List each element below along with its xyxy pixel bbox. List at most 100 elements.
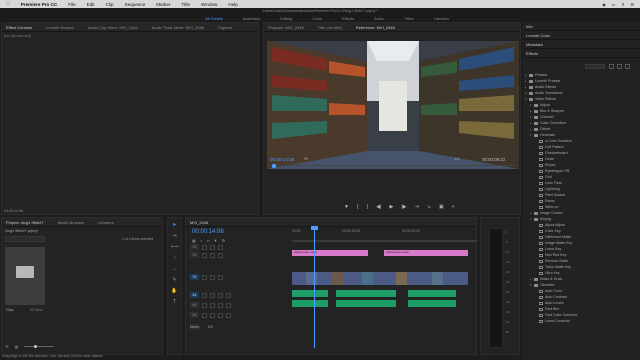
menu-marker[interactable]: Marker	[156, 2, 170, 7]
timeline-playhead[interactable]	[314, 226, 315, 348]
track-header-master[interactable]: Master 0.0	[190, 324, 292, 330]
mic-icon[interactable]	[226, 312, 231, 318]
fit-dropdown[interactable]: Fit	[304, 157, 308, 161]
audio-clip[interactable]	[408, 290, 456, 297]
adjustment-layer-clip[interactable]: Adjustment Layer	[384, 250, 468, 256]
play-icon[interactable]: ▶	[389, 204, 393, 210]
timeline-timecode[interactable]: 00:00:14:06	[192, 229, 224, 235]
audio-clip[interactable]	[292, 290, 328, 297]
timeline-ruler[interactable]: 00:00 00:00:15:00 00:00:30:00	[292, 229, 477, 239]
tab-audio-track-mixer[interactable]: Audio Track Mixer: MVI_2446	[152, 25, 204, 30]
add-marker-icon[interactable]: ▼	[214, 238, 218, 243]
marker-icon[interactable]: ▼	[344, 204, 349, 210]
hand-tool-icon[interactable]: ✋	[169, 286, 180, 295]
track-label[interactable]: Master	[190, 324, 200, 330]
lock-icon[interactable]	[202, 244, 207, 250]
tab-effect-controls[interactable]: Effect Controls	[6, 25, 32, 30]
app-name[interactable]: Premiere Pro CC	[21, 2, 58, 7]
mute-icon[interactable]	[210, 312, 215, 318]
workspace-tab-libraries[interactable]: Libraries	[434, 16, 449, 21]
ripple-edit-tool-icon[interactable]: ⟷	[169, 242, 180, 251]
search-icon[interactable]: ⚲	[621, 2, 624, 7]
menu-title[interactable]: Title	[182, 2, 191, 7]
thumbnail-zoom-slider[interactable]	[24, 344, 55, 348]
mic-icon[interactable]	[226, 292, 231, 298]
track-label[interactable]: V1	[190, 274, 199, 280]
info-panel-header[interactable]: Info	[523, 22, 640, 31]
battery-icon[interactable]: ▭	[612, 2, 616, 7]
bin-name[interactable]: Clips	[6, 308, 14, 312]
track-label[interactable]: V3	[190, 244, 199, 250]
track-header-v1[interactable]: V1	[190, 274, 292, 280]
linked-selection-icon[interactable]: ∞	[207, 238, 210, 243]
menu-window[interactable]: Window	[201, 2, 217, 7]
accelerated-effects-icon[interactable]	[609, 64, 614, 69]
effect-controls-timecode[interactable]: 00:00:14:06	[4, 209, 23, 213]
workspace-tab-audio[interactable]: Audio	[374, 16, 384, 21]
video-clip[interactable]	[292, 272, 468, 285]
pen-tool-icon[interactable]: ✎	[169, 275, 180, 284]
tab-program[interactable]: Program: MVI_2446	[268, 25, 304, 30]
eye-icon[interactable]	[218, 274, 223, 280]
list-icon[interactable]: ☰	[630, 2, 634, 7]
track-header-v2[interactable]: V2	[190, 252, 292, 258]
tab-libraries[interactable]: Libraries	[98, 220, 113, 225]
workspace-tab-assembly[interactable]: Assembly	[243, 16, 260, 21]
step-back-icon[interactable]: ◀|	[376, 204, 381, 210]
track-header-v3[interactable]: V3	[190, 244, 292, 250]
track-select-tool-icon[interactable]: ⇥	[169, 231, 180, 240]
track-label[interactable]: A2	[190, 302, 199, 308]
audio-clip[interactable]	[336, 290, 396, 297]
solo-icon[interactable]	[218, 302, 223, 308]
track-label[interactable]: V2	[190, 252, 199, 258]
solo-icon[interactable]	[218, 312, 223, 318]
track-label[interactable]: A1	[190, 292, 199, 298]
sync-icon[interactable]	[210, 252, 215, 258]
step-forward-icon[interactable]: |▶	[401, 204, 406, 210]
tab-audio-clip-mixer[interactable]: Audio Clip Mixer: MVI_2446	[88, 25, 138, 30]
menu-file[interactable]: File	[68, 2, 75, 7]
audio-clip[interactable]	[292, 300, 328, 307]
sync-icon[interactable]	[210, 244, 215, 250]
adjustment-layer-clip[interactable]: Adjustment Layer	[292, 250, 368, 256]
lock-icon[interactable]	[202, 312, 207, 318]
workspace-tab-editing[interactable]: Editing	[280, 16, 292, 21]
lock-icon[interactable]	[202, 302, 207, 308]
mute-icon[interactable]	[210, 292, 215, 298]
workspace-tab-titles[interactable]: Titles	[404, 16, 413, 21]
tab-reference[interactable]: Reference: MVI_2446	[356, 25, 395, 30]
tab-project[interactable]: Project: vlog1 9feb27	[6, 220, 44, 225]
snap-icon[interactable]: ∩	[200, 238, 203, 243]
monitor-time-ruler[interactable]	[270, 165, 516, 171]
mark-in-icon[interactable]: {	[357, 204, 359, 210]
tab-sequence[interactable]: MVI_2446	[190, 220, 208, 225]
zoom-slider-knob[interactable]	[34, 344, 38, 348]
add-button-icon[interactable]: +	[452, 204, 455, 210]
track-header-a1[interactable]: A1	[190, 292, 292, 298]
workspace-tab-effects[interactable]: Effects	[342, 16, 354, 21]
lock-icon[interactable]	[202, 252, 207, 258]
metadata-header[interactable]: Metadata	[523, 40, 640, 49]
effects-search-input[interactable]	[585, 64, 605, 69]
lock-icon[interactable]	[202, 292, 207, 298]
yuv-effects-icon[interactable]	[625, 64, 630, 69]
effects-item[interactable]: Luma Corrector	[525, 318, 639, 324]
audio-clip[interactable]	[336, 300, 396, 307]
overwrite-icon[interactable]: ↘	[427, 204, 431, 210]
razor-tool-icon[interactable]: ♢	[169, 253, 180, 262]
monitor-playhead[interactable]	[272, 164, 276, 168]
tab-lumetri-scopes[interactable]: Lumetri Scopes	[46, 25, 74, 30]
effects-header[interactable]: Effects	[523, 49, 640, 58]
mute-icon[interactable]	[210, 302, 215, 308]
selection-tool-icon[interactable]: ➤	[169, 220, 180, 229]
lumetri-color-header[interactable]: Lumetri Color	[523, 31, 640, 40]
32bit-effects-icon[interactable]	[617, 64, 622, 69]
menu-sequence[interactable]: Sequence	[125, 2, 146, 7]
workspace-tab-all-panels[interactable]: All Panels	[205, 16, 223, 21]
mark-out-icon[interactable]: }	[367, 204, 369, 210]
mic-icon[interactable]	[226, 302, 231, 308]
tab-title[interactable]: Title: (no title)	[318, 25, 342, 30]
apple-icon[interactable]: 	[6, 1, 10, 7]
type-tool-icon[interactable]: T	[169, 297, 180, 306]
audio-clip[interactable]	[408, 300, 456, 307]
